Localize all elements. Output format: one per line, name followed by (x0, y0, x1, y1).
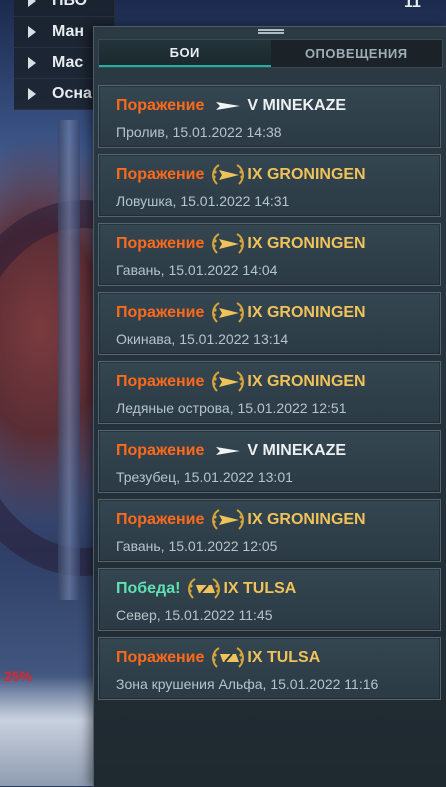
battle-details: Трезубец, 15.01.2022 13:01 (116, 469, 293, 485)
special-destroyer-icon (212, 509, 245, 531)
special-cruiser-icon (212, 647, 245, 669)
battle-card[interactable]: Поражение IX GRONINGEN Гавань, 15.01.2022 … (98, 223, 441, 286)
stat-value: 11 (404, 0, 421, 11)
battle-details: Зона крушения Альфа, 15.01.2022 11:16 (116, 676, 379, 692)
special-destroyer-icon (212, 164, 245, 186)
ship-name: IX GRONINGEN (247, 235, 366, 252)
battle-card[interactable]: Поражение IX GRONINGEN Гавань, 15.01.2022 … (98, 499, 441, 562)
battle-header: Поражение V MINEKAZE (116, 440, 346, 462)
battle-card[interactable]: Поражение V MINEKAZE Трезубец, 15.01.2022 … (98, 430, 441, 493)
special-cruiser-icon (188, 578, 221, 600)
battle-result: Поражение (116, 373, 205, 390)
battle-details: Север, 15.01.2022 11:45 (116, 607, 273, 623)
ship-name: IX GRONINGEN (247, 166, 366, 183)
tab-notifications[interactable]: ОПОВЕЩЕНИЯ (271, 40, 443, 67)
battle-result: Поражение (116, 511, 205, 528)
expand-arrow-icon (28, 0, 36, 7)
ship-name: IX GRONINGEN (247, 511, 366, 528)
battle-header: Поражение IX GRONINGEN (116, 371, 366, 393)
expand-arrow-icon (28, 88, 36, 100)
battle-result: Победа! (116, 580, 181, 597)
battle-card[interactable]: Победа! IX TULSA Север, 15.01.2022 11:45 (98, 568, 441, 631)
background-ship-image (0, 676, 100, 786)
battle-result: Поражение (116, 97, 205, 114)
ship-name: IX GRONINGEN (247, 373, 366, 390)
battle-card[interactable]: Поражение IX GRONINGEN Ледяные острова, 15… (98, 361, 441, 424)
battle-card[interactable]: Поражение V MINEKAZE Пролив, 15.01.2022 14… (98, 85, 441, 148)
special-destroyer-icon (212, 233, 245, 255)
battle-list: Поражение V MINEKAZE Пролив, 15.01.2022 14… (98, 85, 441, 706)
ship-name: V MINEKAZE (247, 97, 347, 114)
special-destroyer-icon (212, 302, 245, 324)
battle-details: Гавань, 15.01.2022 12:05 (116, 538, 278, 554)
special-destroyer-icon (212, 371, 245, 393)
battle-result: Поражение (116, 649, 205, 666)
ship-name: IX GRONINGEN (247, 304, 366, 321)
background-percent-label: 25% (4, 668, 33, 684)
battle-details: Пролив, 15.01.2022 14:38 (116, 124, 282, 140)
battle-details: Окинава, 15.01.2022 13:14 (116, 331, 289, 347)
battle-details: Гавань, 15.01.2022 14:04 (116, 262, 278, 278)
battle-header: Поражение IX GRONINGEN (116, 302, 366, 324)
battle-header: Поражение IX TULSA (116, 647, 320, 669)
destroyer-icon (212, 95, 244, 117)
battle-header: Поражение IX GRONINGEN (116, 233, 366, 255)
battle-result: Поражение (116, 166, 205, 183)
expand-arrow-icon (28, 26, 36, 38)
battle-header: Поражение IX GRONINGEN (116, 164, 366, 186)
battle-header: Поражение V MINEKAZE (116, 95, 346, 117)
battle-details: Ловушка, 15.01.2022 14:31 (116, 193, 290, 209)
notification-panel: БОИ ОПОВЕЩЕНИЯ Поражение V MINEKAZE Пролив… (93, 26, 446, 787)
ship-name: IX TULSA (247, 649, 321, 666)
battle-result: Поражение (116, 235, 205, 252)
ship-name: IX TULSA (223, 580, 297, 597)
side-menu-item-label: Ман (52, 23, 85, 40)
battle-result: Поражение (116, 442, 205, 459)
battle-card[interactable]: Поражение IX GRONINGEN Ловушка, 15.01.2022… (98, 154, 441, 217)
destroyer-icon (212, 440, 244, 462)
battle-result: Поражение (116, 304, 205, 321)
side-menu-item-label: Осна (52, 85, 92, 102)
background-mast (58, 120, 80, 600)
panel-drag-handle[interactable] (258, 29, 284, 31)
side-menu-item-aa[interactable]: ПВО (14, 0, 114, 17)
expand-arrow-icon (28, 57, 36, 69)
battle-header: Победа! IX TULSA (116, 578, 296, 600)
battle-card[interactable]: Поражение IX TULSA Зона крушения Альфа, 15… (98, 637, 441, 700)
side-menu-item-label: ПВО (52, 0, 88, 9)
panel-tabs: БОИ ОПОВЕЩЕНИЯ (98, 39, 443, 68)
side-menu-item-label: Мас (52, 54, 84, 71)
battle-card[interactable]: Поражение IX GRONINGEN Окинава, 15.01.2022… (98, 292, 441, 355)
battle-details: Ледяные острова, 15.01.2022 12:51 (116, 400, 347, 416)
battle-header: Поражение IX GRONINGEN (116, 509, 366, 531)
tab-battles[interactable]: БОИ (99, 40, 271, 67)
ship-name: V MINEKAZE (247, 442, 347, 459)
